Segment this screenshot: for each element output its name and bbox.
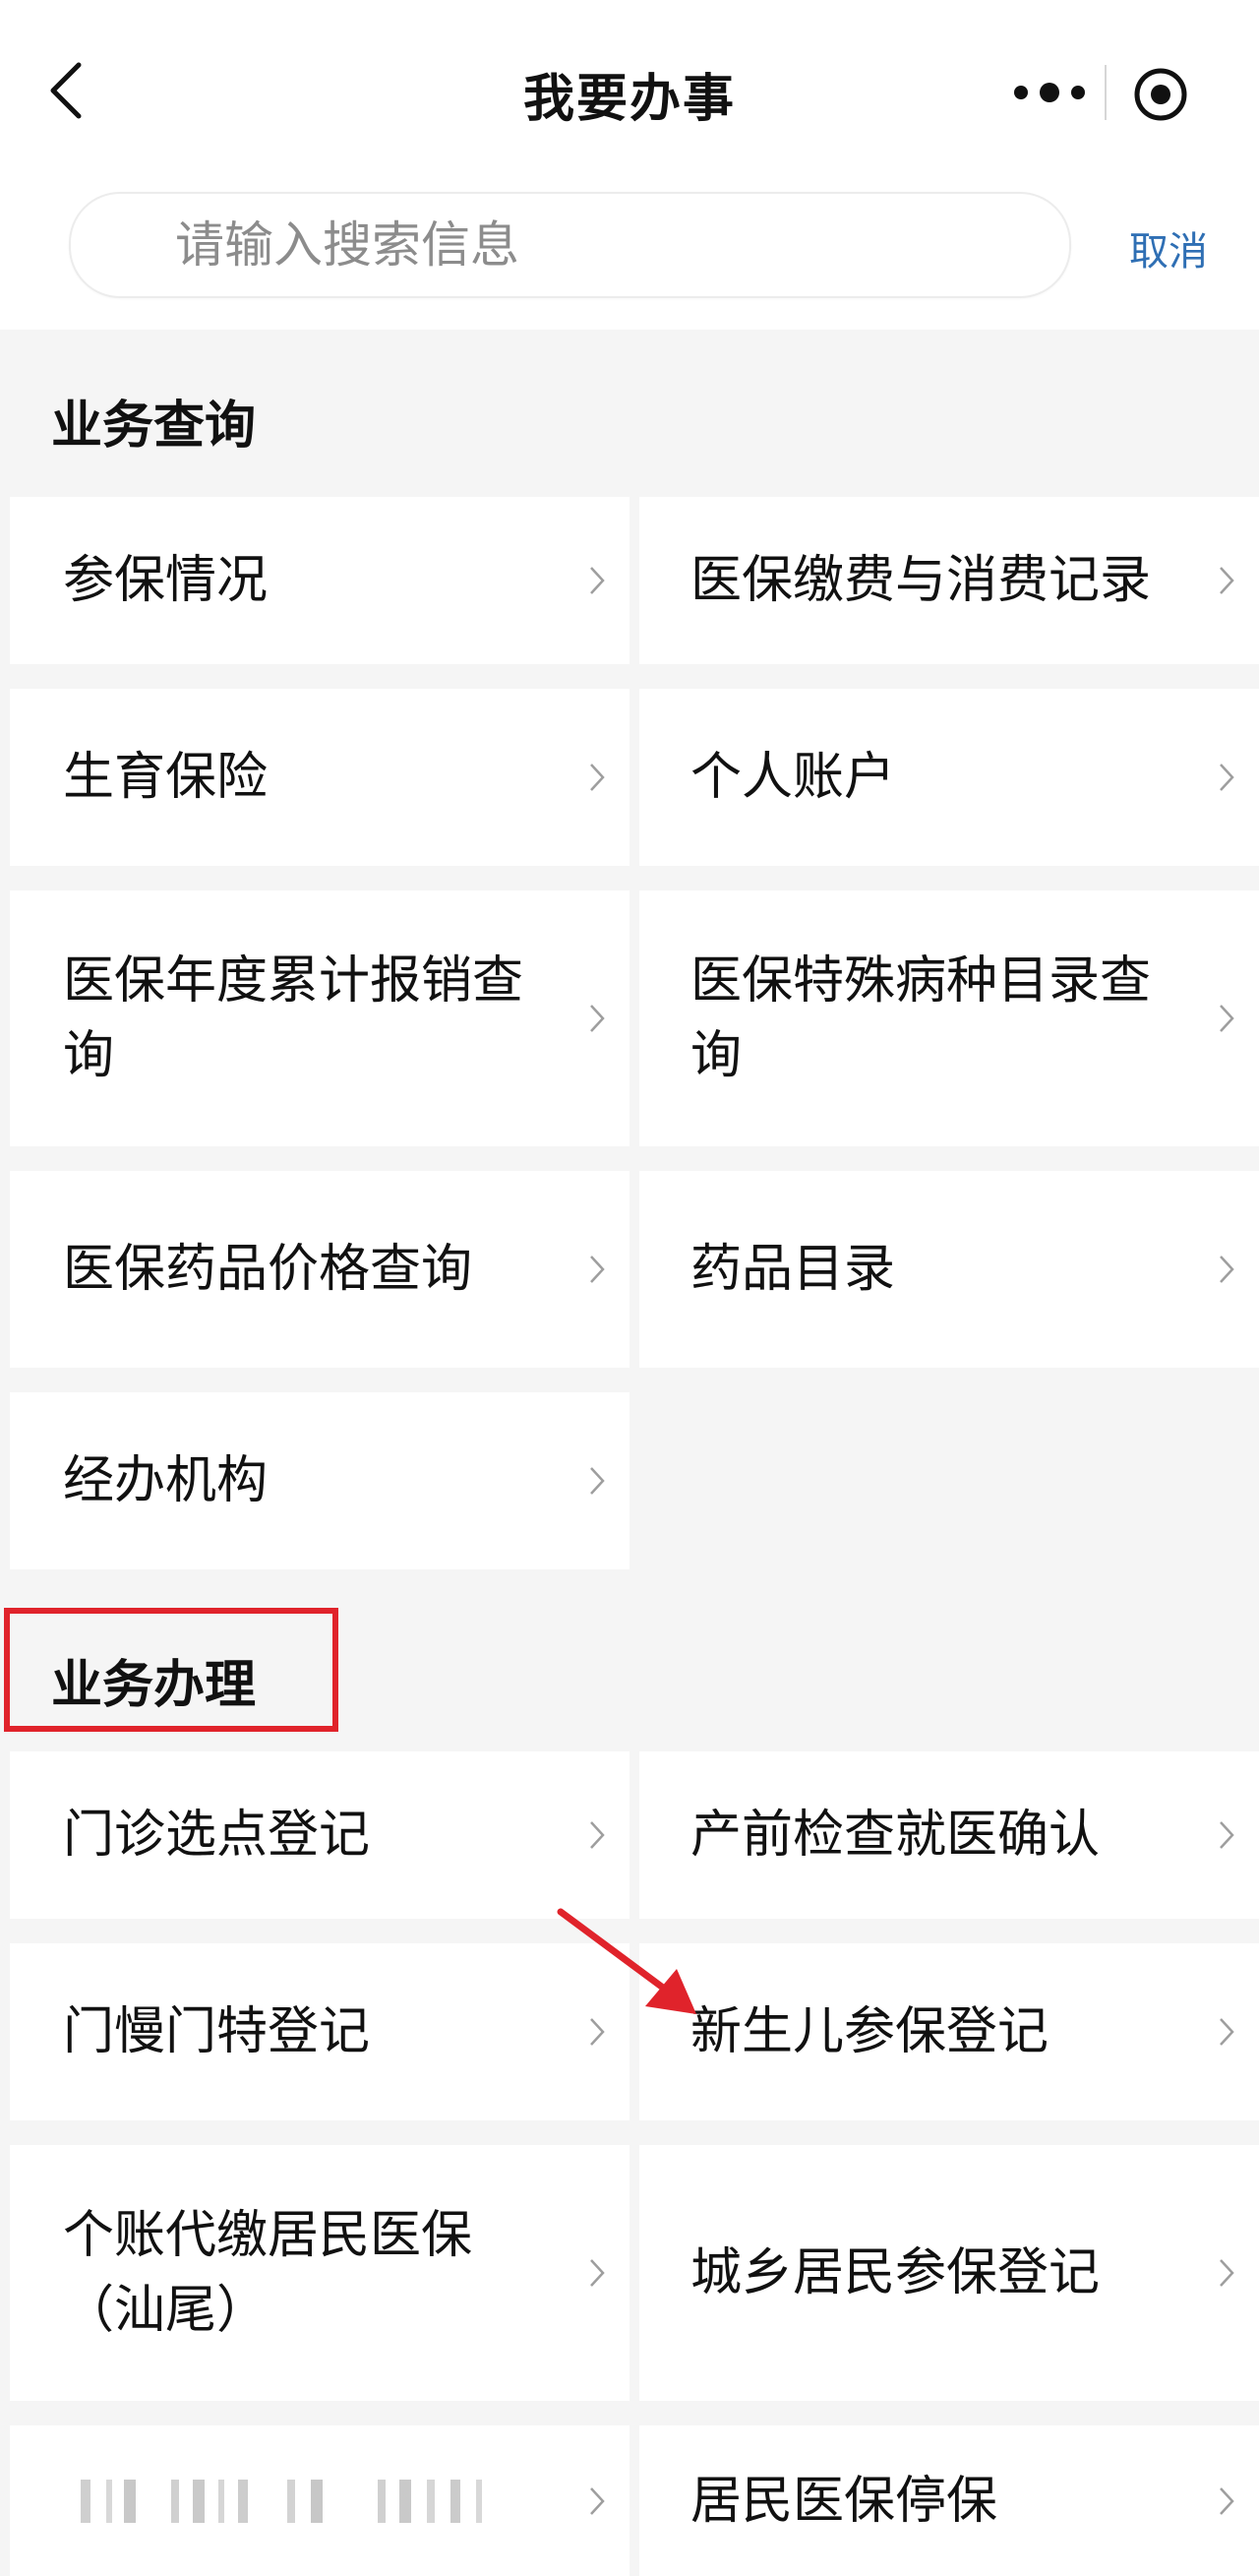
- chevron-right-icon: [590, 567, 605, 594]
- search-input[interactable]: [173, 210, 1023, 280]
- chevron-right-icon: [1220, 2259, 1234, 2287]
- grid-row: 经办机构: [0, 1392, 1259, 1569]
- service-item-label: 医保年度累计报销查询: [63, 951, 524, 1085]
- navigation-bar: 我要办事: [0, 0, 1259, 182]
- chevron-right-icon: [1220, 1005, 1234, 1032]
- service-item-label: 参保情况: [63, 551, 269, 610]
- service-item-label: 门诊选点登记: [63, 1806, 371, 1865]
- chevron-right-icon: [590, 2259, 605, 2287]
- mini-program-capsule: [988, 47, 1224, 138]
- chevron-right-icon: [590, 764, 605, 791]
- service-item-label: 生育保险: [63, 748, 269, 807]
- service-item[interactable]: 城乡居民参保登记: [639, 2145, 1259, 2401]
- service-item-label: 个账代缴居民医保（汕尾）: [63, 2206, 473, 2340]
- service-item[interactable]: 医保缴费与消费记录: [639, 497, 1259, 664]
- section-header-handle: 业务办理: [0, 1594, 1259, 1742]
- service-item-label: 医保药品价格查询: [63, 1240, 473, 1299]
- blurred-label: [81, 2479, 482, 2523]
- cancel-button[interactable]: 取消: [1129, 219, 1208, 276]
- chevron-right-icon: [1220, 1821, 1234, 1849]
- service-item-label: 城乡居民参保登记: [690, 2243, 1101, 2302]
- grid-row: 医保药品价格查询 药品目录: [0, 1171, 1259, 1368]
- service-item[interactable]: 个人账户: [639, 689, 1259, 866]
- service-item[interactable]: 医保年度累计报销查询: [10, 890, 630, 1146]
- chevron-right-icon: [590, 1256, 605, 1283]
- chevron-right-icon: [590, 1005, 605, 1032]
- service-item-label: 新生儿参保登记: [690, 2002, 1049, 2061]
- grid-row: 医保年度累计报销查询 医保特殊病种目录查询: [0, 890, 1259, 1146]
- service-item[interactable]: 经办机构: [10, 1392, 630, 1569]
- grid-row: 参保情况 医保缴费与消费记录: [0, 497, 1259, 664]
- chevron-right-icon: [1220, 567, 1234, 594]
- target-circle-icon[interactable]: [1131, 65, 1190, 124]
- chevron-right-icon: [590, 1821, 605, 1849]
- service-item[interactable]: 新生儿参保登记: [639, 1943, 1259, 2120]
- section-header-query: 业务查询: [0, 335, 1259, 482]
- chevron-right-icon: [590, 1467, 605, 1495]
- search-row: 取消: [0, 182, 1259, 330]
- service-item-label: 产前检查就医确认: [690, 1806, 1101, 1865]
- chevron-right-icon: [1220, 2486, 1234, 2515]
- chevron-right-icon: [590, 2486, 605, 2515]
- chevron-right-icon: [1220, 764, 1234, 791]
- service-item-label: 门慢门特登记: [63, 2002, 371, 2061]
- section-title: 业务查询: [51, 397, 257, 456]
- capsule-divider: [1105, 65, 1107, 120]
- service-item-label: 药品目录: [690, 1240, 896, 1299]
- service-item[interactable]: 药品目录: [639, 1171, 1259, 1368]
- section-title: 业务办理: [51, 1656, 257, 1715]
- service-item[interactable]: 医保特殊病种目录查询: [639, 890, 1259, 1146]
- red-arrow-annotation: [557, 1908, 696, 2014]
- service-item[interactable]: 生育保险: [10, 689, 630, 866]
- more-dots-icon[interactable]: [1005, 69, 1094, 116]
- grid-row: 门诊选点登记 产前检查就医确认: [0, 1751, 1259, 1919]
- service-item-label: 居民医保停保: [690, 2471, 998, 2531]
- service-item-label: 医保缴费与消费记录: [690, 551, 1152, 610]
- grid-row: 居民医保停保: [0, 2425, 1259, 2576]
- grid-row: 生育保险 个人账户: [0, 689, 1259, 866]
- service-item[interactable]: [10, 2425, 630, 2576]
- service-item[interactable]: 居民医保停保: [639, 2425, 1259, 2576]
- service-item[interactable]: 产前检查就医确认: [639, 1751, 1259, 1919]
- service-item[interactable]: 个账代缴居民医保（汕尾）: [10, 2145, 630, 2401]
- service-item[interactable]: 门慢门特登记: [10, 1943, 630, 2120]
- service-item-label: 医保特殊病种目录查询: [690, 951, 1152, 1085]
- service-item-label: 个人账户: [690, 748, 896, 807]
- service-item[interactable]: 门诊选点登记: [10, 1751, 630, 1919]
- grid-row: 个账代缴居民医保（汕尾） 城乡居民参保登记: [0, 2145, 1259, 2401]
- service-item-label: 经办机构: [63, 1451, 269, 1510]
- chevron-right-icon: [1220, 2018, 1234, 2046]
- service-item[interactable]: 参保情况: [10, 497, 630, 664]
- service-item[interactable]: 医保药品价格查询: [10, 1171, 630, 1368]
- chevron-right-icon: [1220, 1256, 1234, 1283]
- search-box: [69, 192, 1071, 298]
